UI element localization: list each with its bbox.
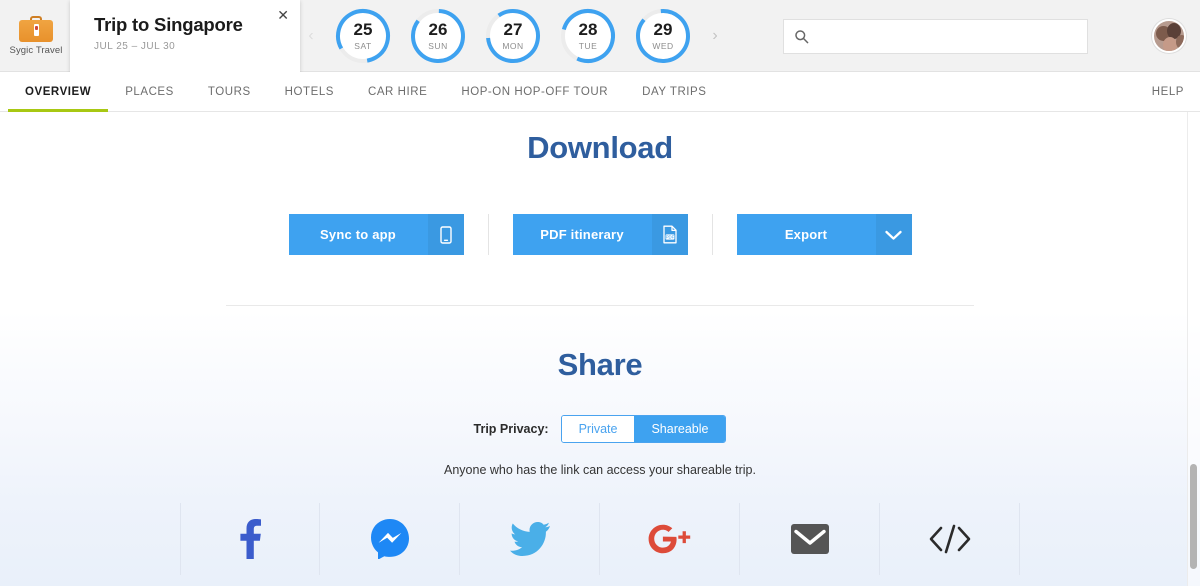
tab-car-hire[interactable]: CAR HIRE xyxy=(351,72,444,111)
day-strip-next-icon[interactable]: › xyxy=(709,27,721,45)
nav-tabs: OVERVIEW PLACES TOURS HOTELS CAR HIRE HOP-ON … xyxy=(0,72,723,112)
day-strip-prev-icon[interactable]: › xyxy=(305,27,317,45)
close-icon[interactable]: ✕ xyxy=(277,8,289,22)
day-pill-29[interactable]: 29 WED xyxy=(634,7,692,65)
day-number: 29 xyxy=(653,20,673,39)
share-embed-code-button[interactable] xyxy=(880,503,1020,575)
day-pill-28[interactable]: 28 TUE xyxy=(559,7,617,65)
tab-tours[interactable]: TOURS xyxy=(191,72,268,111)
privacy-segmented-control: Private Shareable xyxy=(560,415,727,443)
day-number: 26 xyxy=(428,20,448,39)
share-heading: Share xyxy=(557,347,643,382)
social-share-row xyxy=(0,503,1200,575)
scrollbar-track[interactable] xyxy=(1187,112,1200,586)
share-facebook-button[interactable] xyxy=(180,503,320,575)
svg-text:PDF: PDF xyxy=(665,235,674,240)
day-weekday: SAT xyxy=(354,41,372,51)
day-weekday: WED xyxy=(652,41,674,51)
trip-privacy-label: Trip Privacy: xyxy=(473,422,549,436)
day-weekday: MON xyxy=(502,41,524,51)
trip-dates: JUL 25 – JUL 30 xyxy=(94,41,176,53)
button-separator xyxy=(487,214,489,255)
day-pill-26[interactable]: 26 SUN xyxy=(409,7,467,65)
day-strip: › 25 SAT 26 SUN 27 MON 28 TUE 29 WED › xyxy=(305,0,721,72)
day-list: 25 SAT 26 SUN 27 MON 28 TUE 29 WED xyxy=(334,7,692,65)
share-google-plus-button[interactable] xyxy=(600,503,740,575)
download-buttons: Sync to app PDF itinerary PDF Export xyxy=(0,214,1200,255)
tab-overview[interactable]: OVERVIEW xyxy=(8,72,109,112)
facebook-icon xyxy=(239,519,261,559)
button-separator xyxy=(711,214,713,255)
tab-hotels[interactable]: HOTELS xyxy=(268,72,351,111)
search-input[interactable] xyxy=(817,29,1077,44)
scrollbar-thumb[interactable] xyxy=(1190,464,1197,569)
help-link[interactable]: HELP xyxy=(1136,72,1200,111)
day-weekday: TUE xyxy=(578,41,598,51)
main-content: Download Sync to app PDF itinerary PDF E… xyxy=(0,112,1200,586)
tab-day-trips[interactable]: DAY TRIPS xyxy=(625,72,723,111)
export-label: Export xyxy=(784,227,828,242)
sync-to-app-button[interactable]: Sync to app xyxy=(288,214,464,255)
search-icon xyxy=(794,29,809,44)
share-messenger-button[interactable] xyxy=(320,503,460,575)
day-pill-27[interactable]: 27 MON xyxy=(484,7,542,65)
brand-label: Sygic Travel xyxy=(9,44,63,56)
nav-bar: OVERVIEW PLACES TOURS HOTELS CAR HIRE HOP-ON … xyxy=(0,72,1200,112)
day-pill-25[interactable]: 25 SAT xyxy=(334,7,392,65)
pdf-document-icon: PDF xyxy=(651,214,688,255)
email-icon xyxy=(790,524,829,554)
share-email-button[interactable] xyxy=(740,503,880,575)
download-heading: Download xyxy=(527,130,673,165)
privacy-note: Anyone who has the link can access your … xyxy=(444,463,756,477)
messenger-icon xyxy=(370,519,409,559)
google-plus-icon xyxy=(648,524,692,554)
day-weekday: SUN xyxy=(428,41,448,51)
brand-logo[interactable]: Sygic Travel xyxy=(0,0,72,72)
day-number: 25 xyxy=(353,20,373,39)
privacy-option-private[interactable]: Private xyxy=(561,416,635,442)
twitter-icon xyxy=(509,522,550,556)
privacy-option-shareable[interactable]: Shareable xyxy=(634,416,726,442)
avatar[interactable] xyxy=(1152,19,1186,53)
day-number: 27 xyxy=(503,20,523,39)
trip-card: Trip to Singapore JUL 25 – JUL 30 ✕ xyxy=(70,0,300,72)
day-number: 28 xyxy=(578,20,598,39)
search-box[interactable] xyxy=(783,19,1088,54)
mobile-phone-icon xyxy=(427,214,464,255)
embed-code-icon xyxy=(928,524,972,554)
pdf-itinerary-button[interactable]: PDF itinerary PDF xyxy=(512,214,688,255)
export-button[interactable]: Export xyxy=(736,214,912,255)
share-twitter-button[interactable] xyxy=(460,503,600,575)
trip-title: Trip to Singapore xyxy=(94,14,243,35)
suitcase-icon xyxy=(19,15,53,42)
sync-to-app-label: Sync to app xyxy=(320,227,396,242)
tab-hop-on-hop-off-tour[interactable]: HOP-ON HOP-OFF TOUR xyxy=(444,72,625,111)
top-bar: Sygic Travel Trip to Singapore JUL 25 – … xyxy=(0,0,1200,72)
chevron-down-icon xyxy=(875,214,912,255)
pdf-itinerary-label: PDF itinerary xyxy=(540,227,624,242)
tab-places[interactable]: PLACES xyxy=(108,72,191,111)
trip-privacy-row: Trip Privacy: Private Shareable xyxy=(0,415,1200,443)
